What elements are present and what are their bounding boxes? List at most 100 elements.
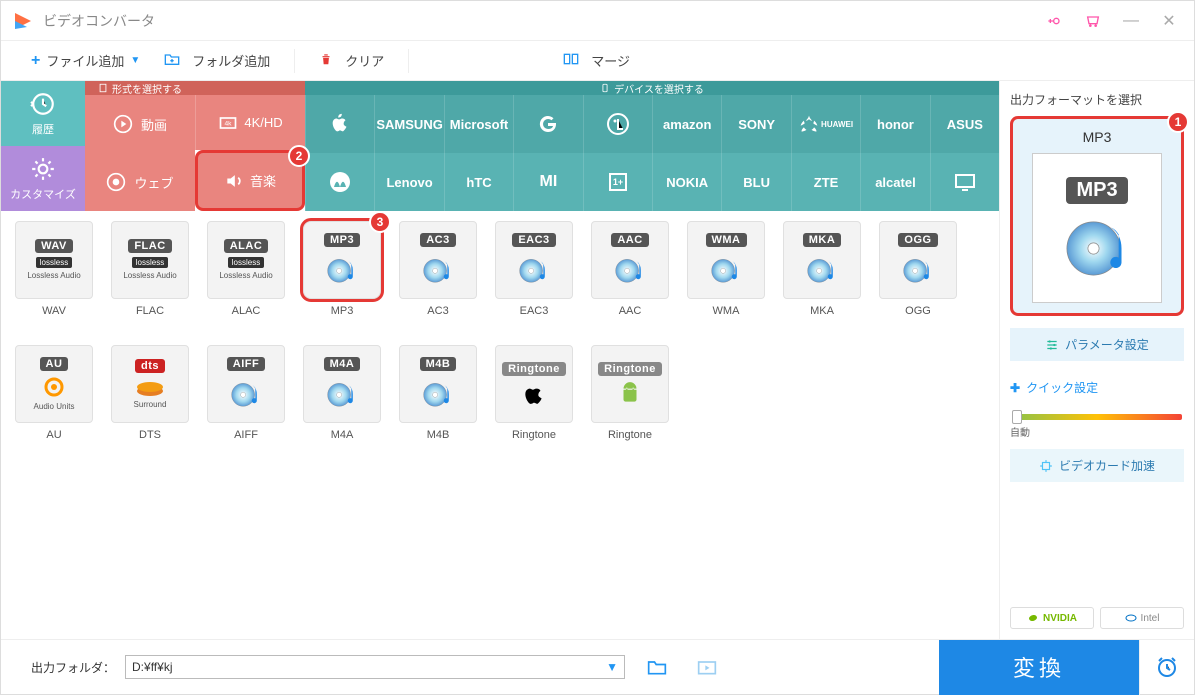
- format-icon: Ringtone: [495, 345, 573, 423]
- format-card-m4a[interactable]: M4AM4A: [303, 345, 381, 441]
- format-name: AAC: [619, 305, 642, 317]
- format-icon: FLAClosslessLossless Audio: [111, 221, 189, 299]
- mode-column: 形式を選択する 動画 ウェブ: [85, 81, 195, 211]
- format-name: WMA: [713, 305, 740, 317]
- param-settings-button[interactable]: パラメータ設定: [1010, 328, 1184, 361]
- add-file-label: ファイル追加: [46, 51, 124, 70]
- key-icon[interactable]: [1040, 6, 1070, 36]
- nvidia-label: NVIDIA: [1043, 613, 1077, 624]
- format-card-ringtone[interactable]: Ringtone Ringtone: [495, 345, 573, 441]
- quick-settings-header: ✚ クイック設定: [1010, 379, 1184, 396]
- format-card-mka[interactable]: MKAMKA: [783, 221, 861, 317]
- format-icon: EAC3: [495, 221, 573, 299]
- format-card-dts[interactable]: dtsSurroundDTS: [111, 345, 189, 441]
- doc-icon: [98, 83, 108, 93]
- minimize-button[interactable]: —: [1116, 6, 1146, 36]
- format-card-m4b[interactable]: M4BM4B: [399, 345, 477, 441]
- app-title: ビデオコンバータ: [43, 11, 1032, 31]
- format-card-ringtone[interactable]: RingtoneRingtone: [591, 345, 669, 441]
- brand-g[interactable]: [513, 95, 582, 153]
- web-mode-button[interactable]: ウェブ: [85, 153, 195, 211]
- convert-button[interactable]: 変換: [939, 640, 1139, 695]
- separator: [408, 49, 409, 73]
- brand-alcatel[interactable]: alcatel: [860, 153, 929, 211]
- customize-tab[interactable]: カスタマイズ: [1, 146, 85, 211]
- sliders-icon: [1045, 338, 1059, 352]
- brand-samsung[interactable]: SAMSUNG: [374, 95, 443, 153]
- brand-oneplus[interactable]: 1+: [583, 153, 652, 211]
- plus-icon: +: [31, 52, 40, 70]
- format-name: FLAC: [136, 305, 164, 317]
- gear-icon: [30, 156, 56, 182]
- content-panel: 履歴 カスタマイズ 形式を選択する 動画: [1, 81, 999, 639]
- add-file-button[interactable]: + ファイル追加 ▼: [21, 47, 150, 74]
- web-mode-label: ウェブ: [134, 173, 173, 192]
- format-card-aiff[interactable]: AIFFAIFF: [207, 345, 285, 441]
- output-path-dropdown[interactable]: D:¥ff¥kj ▼: [125, 655, 625, 679]
- brand-mi[interactable]: MI: [513, 153, 582, 211]
- param-settings-label: パラメータ設定: [1065, 336, 1149, 353]
- output-folder-label: 出力フォルダ：: [31, 659, 115, 676]
- brand-tv[interactable]: [930, 153, 999, 211]
- brand-zte[interactable]: ZTE: [791, 153, 860, 211]
- chip-icon: [1039, 459, 1053, 473]
- close-button[interactable]: ✕: [1154, 6, 1184, 36]
- device-icon: [600, 83, 610, 93]
- brand-blu[interactable]: BLU: [721, 153, 790, 211]
- format-card-aac[interactable]: AACAAC: [591, 221, 669, 317]
- brand-moto[interactable]: [305, 153, 374, 211]
- brand-nokia[interactable]: NOKIA: [652, 153, 721, 211]
- clock-icon: [1155, 655, 1179, 679]
- play-circle-icon: [113, 114, 133, 134]
- brand-honor[interactable]: honor: [860, 95, 929, 153]
- format-header-ext: [195, 81, 305, 95]
- format-card-wma[interactable]: WMAWMA: [687, 221, 765, 317]
- speaker-icon: [224, 171, 244, 191]
- hd-mode-button[interactable]: 4k 4K/HD: [195, 95, 305, 150]
- nvidia-badge[interactable]: NVIDIA: [1010, 607, 1094, 629]
- brand-huawei[interactable]: HUAWEI: [791, 95, 860, 153]
- gpu-accel-button[interactable]: ビデオカード加速: [1010, 449, 1184, 482]
- open-folder-button[interactable]: [639, 649, 675, 685]
- format-name: Ringtone: [512, 429, 556, 441]
- cart-icon[interactable]: [1078, 6, 1108, 36]
- chrome-icon: [106, 172, 126, 192]
- brand-apple[interactable]: [305, 95, 374, 153]
- format-card-eac3[interactable]: EAC3EAC3: [495, 221, 573, 317]
- format-card-alac[interactable]: ALAClosslessLossless AudioALAC: [207, 221, 285, 317]
- brand-lg[interactable]: [583, 95, 652, 153]
- brand-row-2: LenovohTCMI1+NOKIABLUZTEalcatel: [305, 153, 999, 211]
- brand-lenovo[interactable]: Lenovo: [374, 153, 443, 211]
- format-header-label: 形式を選択する: [112, 81, 182, 96]
- schedule-button[interactable]: [1139, 640, 1194, 695]
- intel-badge[interactable]: Intel: [1100, 607, 1184, 629]
- format-card-wav[interactable]: WAVlosslessLossless AudioWAV: [15, 221, 93, 317]
- format-preview[interactable]: 1 MP3 MP3: [1010, 116, 1184, 316]
- video-folder-button[interactable]: [689, 649, 725, 685]
- brand-asus[interactable]: ASUS: [930, 95, 999, 153]
- chevron-down-icon: ▼: [130, 55, 140, 66]
- video-mode-button[interactable]: 動画: [85, 95, 195, 153]
- history-tab[interactable]: 履歴: [1, 81, 85, 146]
- music-mode-button[interactable]: 2 音楽: [195, 150, 305, 211]
- brand-htc[interactable]: hTC: [444, 153, 513, 211]
- right-sidebar: 出力フォーマットを選択 1 MP3 MP3 パラメータ設定 ✚: [999, 81, 1194, 639]
- clear-button[interactable]: クリア: [309, 47, 394, 74]
- toolbar: + ファイル追加 ▼ フォルダ追加 クリア マージ: [1, 41, 1194, 81]
- brand-microsoft[interactable]: Microsoft: [444, 95, 513, 153]
- add-folder-button[interactable]: フォルダ追加: [154, 47, 280, 74]
- format-card-au[interactable]: AUAudio UnitsAU: [15, 345, 93, 441]
- brand-amazon[interactable]: amazon: [652, 95, 721, 153]
- plus-small-icon: ✚: [1010, 381, 1020, 395]
- format-card-mp3[interactable]: 3MP3MP3: [303, 221, 381, 317]
- slider-thumb[interactable]: [1012, 410, 1022, 424]
- format-card-ac3[interactable]: AC3AC3: [399, 221, 477, 317]
- quality-slider[interactable]: [1012, 414, 1182, 420]
- merge-button[interactable]: マージ: [553, 47, 640, 74]
- format-card-ogg[interactable]: OGGOGG: [879, 221, 957, 317]
- format-name: M4B: [427, 429, 450, 441]
- device-header: デバイスを選択する: [305, 81, 999, 95]
- format-card-flac[interactable]: FLAClosslessLossless Audio FLAC: [111, 221, 189, 317]
- brand-sony[interactable]: SONY: [721, 95, 790, 153]
- badge-3: 3: [369, 211, 391, 233]
